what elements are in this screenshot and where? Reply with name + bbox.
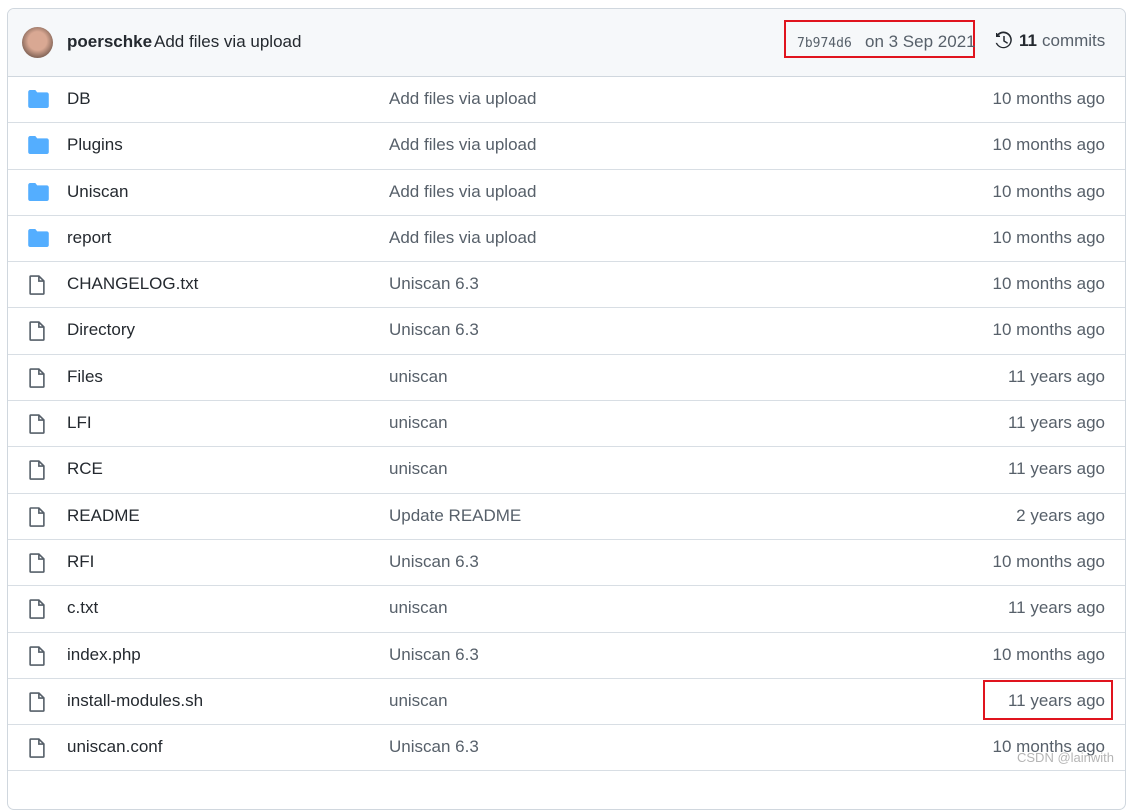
commit-author-link[interactable]: poerschke bbox=[67, 32, 152, 52]
commit-age: 11 years ago bbox=[1007, 459, 1105, 479]
file-name-link[interactable]: Uniscan bbox=[67, 182, 128, 202]
commit-date[interactable]: on 3 Sep 2021 bbox=[865, 32, 976, 52]
table-row: Directory Uniscan 6.3 10 months ago bbox=[8, 308, 1125, 355]
file-name-link[interactable]: report bbox=[67, 228, 111, 248]
commit-message-link[interactable]: Add files via upload bbox=[154, 32, 301, 52]
table-row: RFI Uniscan 6.3 10 months ago bbox=[8, 540, 1125, 587]
folder-icon bbox=[28, 228, 49, 252]
table-row: Plugins Add files via upload 10 months a… bbox=[8, 123, 1125, 170]
file-icon bbox=[28, 414, 46, 439]
commit-age: 10 months ago bbox=[992, 320, 1105, 340]
commit-age: 10 months ago bbox=[992, 551, 1105, 571]
table-row: uniscan.conf Uniscan 6.3 10 months ago bbox=[8, 725, 1125, 772]
table-row: CHANGELOG.txt Uniscan 6.3 10 months ago bbox=[8, 262, 1125, 309]
commit-age: 11 years ago bbox=[1007, 366, 1105, 386]
latest-commit-bar: poerschke Add files via upload 7b974d6 o… bbox=[8, 9, 1125, 77]
file-icon bbox=[28, 367, 46, 393]
table-row: RCE uniscan 11 years ago bbox=[8, 447, 1125, 494]
commit-message-link[interactable]: Update README bbox=[389, 506, 521, 526]
file-icon bbox=[28, 275, 46, 300]
file-name-link[interactable]: DB bbox=[67, 89, 91, 109]
commit-message-link[interactable]: Add files via upload bbox=[389, 89, 536, 109]
commit-message-link[interactable]: Add files via upload bbox=[389, 228, 536, 248]
commit-message-link[interactable]: uniscan bbox=[389, 598, 448, 618]
file-name-link[interactable]: README bbox=[67, 506, 140, 526]
file-icon bbox=[28, 692, 46, 717]
highlight-box bbox=[983, 680, 1113, 720]
file-icon bbox=[28, 321, 46, 346]
commits-link[interactable]: 11 commits bbox=[994, 31, 1105, 51]
file-icon bbox=[28, 738, 46, 763]
commit-message-link[interactable]: uniscan bbox=[389, 459, 448, 479]
commit-age: 2 years ago bbox=[1016, 505, 1105, 525]
avatar[interactable] bbox=[22, 27, 53, 58]
file-icon bbox=[28, 645, 46, 671]
file-icon bbox=[28, 460, 46, 485]
commit-message-link[interactable]: Add files via upload bbox=[389, 135, 536, 155]
commit-message-link[interactable]: Uniscan 6.3 bbox=[389, 737, 479, 757]
commit-message-link[interactable]: Add files via upload bbox=[389, 182, 536, 202]
file-name-link[interactable]: install-modules.sh bbox=[67, 691, 203, 711]
table-row: index.php Uniscan 6.3 10 months ago bbox=[8, 633, 1125, 679]
file-name-link[interactable]: RFI bbox=[67, 552, 94, 572]
commit-age: 10 months ago bbox=[992, 89, 1105, 108]
file-icon bbox=[28, 506, 46, 532]
file-name-link[interactable]: Directory bbox=[67, 320, 135, 340]
file-name-link[interactable]: Files bbox=[67, 367, 103, 387]
commit-age: 11 years ago bbox=[1007, 413, 1105, 433]
table-row: c.txt uniscan 11 years ago bbox=[8, 586, 1125, 633]
commit-age: 11 years ago bbox=[1007, 598, 1105, 618]
file-name-link[interactable]: CHANGELOG.txt bbox=[67, 274, 198, 294]
table-row: report Add files via upload 10 months ag… bbox=[8, 216, 1125, 263]
commit-age: 10 months ago bbox=[992, 135, 1105, 155]
file-icon bbox=[28, 599, 46, 624]
commit-message-link[interactable]: uniscan bbox=[389, 691, 448, 711]
table-row: LFI uniscan 11 years ago bbox=[8, 401, 1125, 448]
table-row: Files uniscan 11 years ago bbox=[8, 355, 1125, 402]
commit-message-link[interactable]: Uniscan 6.3 bbox=[389, 552, 479, 572]
table-row: README Update README 2 years ago bbox=[8, 494, 1125, 540]
table-row: DB Add files via upload 10 months ago bbox=[8, 77, 1125, 124]
commit-age: 10 months ago bbox=[992, 274, 1105, 294]
commit-age: 10 months ago bbox=[992, 644, 1105, 664]
commit-message-link[interactable]: Uniscan 6.3 bbox=[389, 320, 479, 340]
commit-sha-link[interactable]: 7b974d6 bbox=[797, 36, 852, 51]
commit-age: 10 months ago bbox=[992, 227, 1105, 247]
file-name-link[interactable]: RCE bbox=[67, 459, 103, 479]
watermark: CSDN @lainwith bbox=[1017, 750, 1114, 765]
commit-message-link[interactable]: Uniscan 6.3 bbox=[389, 274, 479, 294]
folder-icon bbox=[28, 90, 49, 113]
file-name-link[interactable]: c.txt bbox=[67, 598, 98, 618]
commit-label: commits bbox=[1041, 31, 1106, 50]
commit-count: 11 bbox=[1019, 31, 1037, 50]
commit-message-link[interactable]: uniscan bbox=[389, 413, 448, 433]
folder-icon bbox=[28, 136, 49, 159]
file-name-link[interactable]: Plugins bbox=[67, 135, 123, 155]
file-name-link[interactable]: LFI bbox=[67, 413, 92, 433]
table-row: install-modules.sh uniscan 11 years ago bbox=[8, 679, 1125, 726]
commit-message-link[interactable]: uniscan bbox=[389, 367, 448, 387]
file-list: poerschke Add files via upload 7b974d6 o… bbox=[7, 8, 1126, 810]
file-name-link[interactable]: index.php bbox=[67, 645, 141, 665]
file-icon bbox=[28, 553, 46, 578]
file-name-link[interactable]: uniscan.conf bbox=[67, 737, 162, 757]
commit-message-link[interactable]: Uniscan 6.3 bbox=[389, 645, 479, 665]
history-icon bbox=[995, 31, 1012, 49]
folder-icon bbox=[28, 182, 49, 206]
table-row: Uniscan Add files via upload 10 months a… bbox=[8, 170, 1125, 216]
commit-age: 10 months ago bbox=[992, 181, 1105, 201]
